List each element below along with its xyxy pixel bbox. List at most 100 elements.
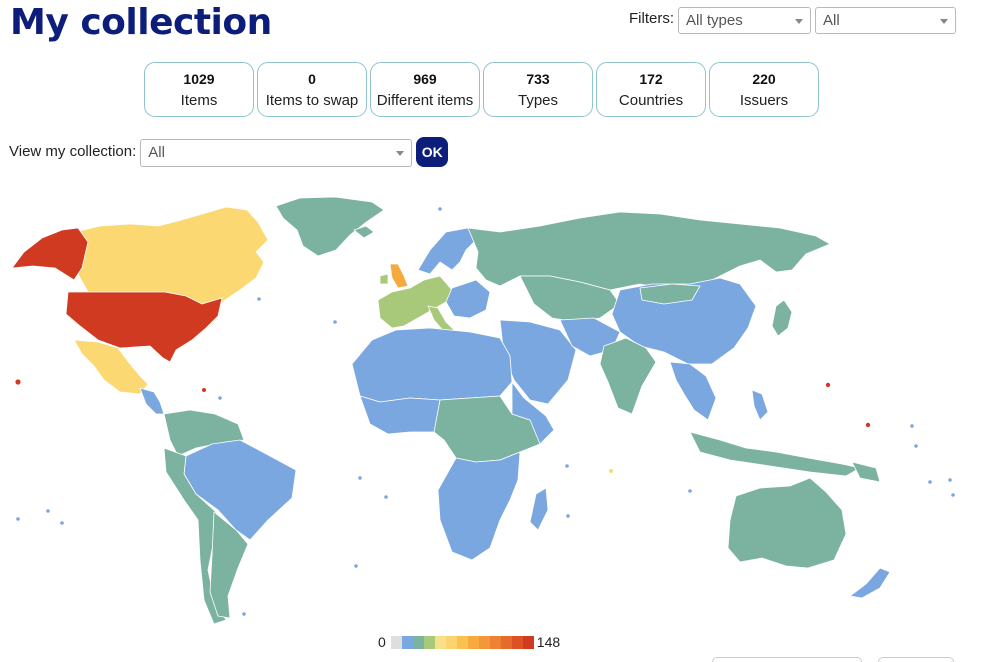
island-south-atlantic[interactable] — [242, 612, 246, 616]
stat-items[interactable]: 1029 Items — [144, 62, 254, 117]
region-southern-africa[interactable] — [437, 451, 521, 561]
stat-issuers[interactable]: 220 Issuers — [709, 62, 819, 117]
legend-swatch — [412, 635, 424, 649]
view-collection-row: View my collection: All OK — [9, 137, 449, 167]
island-atlantic-3[interactable] — [384, 495, 388, 499]
region-scandinavia[interactable] — [417, 227, 479, 275]
island-indian-ocean[interactable] — [609, 469, 613, 473]
island-atlantic-4[interactable] — [354, 564, 358, 568]
chevron-down-icon — [940, 19, 948, 24]
footer-control-edge — [878, 657, 954, 662]
island-pacific-6[interactable] — [910, 424, 914, 428]
island-pacific-5[interactable] — [16, 517, 20, 521]
country-new-zealand[interactable] — [849, 567, 891, 599]
country-japan[interactable] — [771, 299, 793, 337]
type-filter-select[interactable]: All types — [678, 7, 811, 34]
country-ireland[interactable] — [379, 273, 389, 285]
region-southeast-asia[interactable] — [669, 361, 717, 421]
type-filter-value: All types — [686, 12, 743, 29]
legend-swatch — [522, 635, 534, 649]
country-greenland[interactable] — [275, 196, 385, 257]
chevron-down-icon — [396, 151, 405, 156]
legend-max-label: 148 — [536, 634, 561, 650]
view-collection-value: All — [148, 144, 165, 161]
country-madagascar[interactable] — [529, 487, 549, 531]
island-pacific-9[interactable] — [948, 478, 952, 482]
view-collection-select[interactable]: All — [140, 139, 413, 167]
ok-button[interactable]: OK — [416, 137, 449, 167]
stat-label: Countries — [618, 92, 684, 109]
legend-color-scale — [390, 635, 534, 649]
island-hawaii[interactable] — [15, 379, 21, 385]
region-middle-east[interactable] — [499, 319, 577, 405]
stat-types[interactable]: 733 Types — [483, 62, 593, 117]
filters-label: Filters: — [629, 10, 674, 27]
legend-swatch — [445, 635, 457, 649]
scope-filter-select[interactable]: All — [815, 7, 956, 34]
stat-countries[interactable]: 172 Countries — [596, 62, 706, 117]
island-pacific-1[interactable] — [825, 382, 831, 388]
country-australia[interactable] — [727, 477, 847, 569]
island-atlantic-2[interactable] — [358, 476, 362, 480]
footer-control-edge — [712, 657, 862, 662]
island-bermuda[interactable] — [257, 297, 261, 301]
island-atlantic-1[interactable] — [333, 320, 337, 324]
legend-swatch — [478, 635, 490, 649]
island-pacific-2[interactable] — [865, 422, 871, 428]
island-indian-3[interactable] — [688, 489, 692, 493]
island-caribbean-2[interactable] — [218, 396, 222, 400]
world-map — [11, 196, 955, 625]
country-philippines[interactable] — [751, 389, 769, 421]
region-north-africa[interactable] — [351, 327, 513, 403]
legend-swatch — [467, 635, 479, 649]
island-indian-2[interactable] — [566, 514, 570, 518]
legend-swatch — [456, 635, 468, 649]
stat-value: 0 — [308, 71, 316, 87]
legend-swatch — [390, 635, 402, 649]
legend-swatch — [489, 635, 501, 649]
region-central-america[interactable] — [139, 387, 165, 415]
page-title: My collection — [10, 2, 272, 43]
stat-value: 172 — [639, 71, 663, 87]
filters-bar: Filters: All types All — [629, 7, 956, 34]
stat-value: 220 — [752, 71, 776, 87]
scope-filter-value: All — [823, 12, 840, 29]
map-legend: 0 148 — [378, 634, 560, 650]
island-pacific-7[interactable] — [914, 444, 918, 448]
stat-value: 1029 — [183, 71, 215, 87]
country-alaska[interactable] — [11, 227, 89, 281]
collection-page: My collection Filters: All types All 102… — [0, 0, 1004, 662]
legend-min-label: 0 — [378, 634, 386, 650]
stat-label: Items — [180, 92, 218, 109]
stat-value: 733 — [526, 71, 550, 87]
stat-items-to-swap[interactable]: 0 Items to swap — [257, 62, 367, 117]
country-india[interactable] — [599, 337, 657, 415]
stat-different-items[interactable]: 969 Different items — [370, 62, 480, 117]
legend-swatch — [434, 635, 446, 649]
stat-label: Items to swap — [265, 92, 359, 109]
island-indian-1[interactable] — [565, 464, 569, 468]
country-uk[interactable] — [389, 263, 409, 289]
view-collection-label: View my collection: — [9, 143, 137, 160]
island-caribbean-1[interactable] — [202, 388, 206, 392]
island-pacific-10[interactable] — [951, 493, 955, 497]
island-pacific-8[interactable] — [928, 480, 932, 484]
chevron-down-icon — [795, 19, 803, 24]
stats-row: 1029 Items 0 Items to swap 969 Different… — [144, 62, 822, 117]
stat-label: Different items — [376, 92, 474, 109]
island-pacific-4[interactable] — [60, 521, 64, 525]
country-png[interactable] — [851, 461, 881, 483]
stat-value: 969 — [413, 71, 437, 87]
legend-swatch — [500, 635, 512, 649]
legend-swatch — [511, 635, 523, 649]
country-canada[interactable] — [74, 206, 269, 307]
stat-label: Types — [517, 92, 559, 109]
legend-swatch — [423, 635, 435, 649]
country-mexico[interactable] — [73, 339, 149, 395]
country-indonesia[interactable] — [689, 431, 861, 477]
island-pacific-3[interactable] — [46, 509, 50, 513]
stat-label: Issuers — [739, 92, 789, 109]
region-eastern-europe[interactable] — [445, 279, 491, 319]
region-west-africa[interactable] — [359, 395, 447, 435]
island-north-atlantic[interactable] — [438, 207, 442, 211]
